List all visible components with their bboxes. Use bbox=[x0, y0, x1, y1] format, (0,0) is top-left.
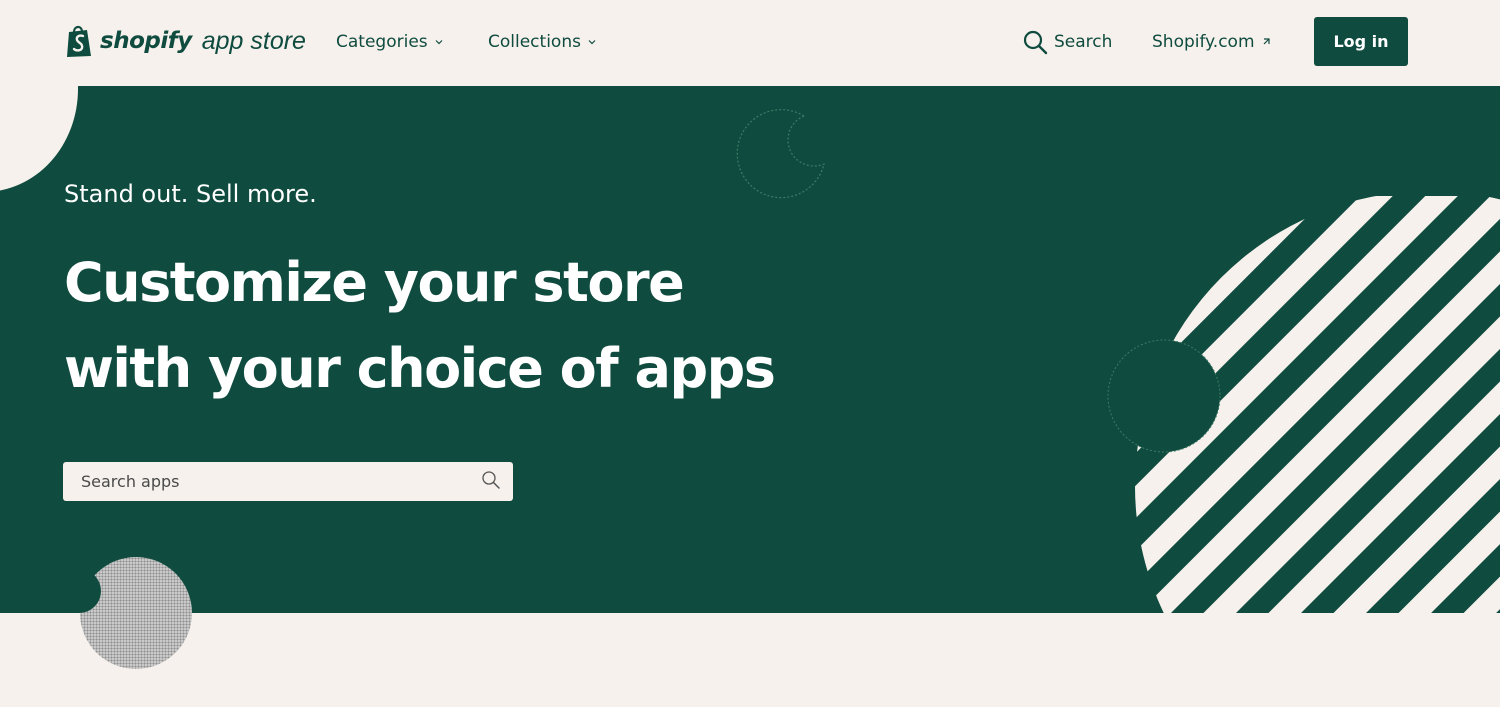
hero-title: Customize your store with your choice of… bbox=[64, 251, 776, 400]
header-search-label: Search bbox=[1054, 32, 1113, 52]
shopify-app-store-logo[interactable]: shopify app store bbox=[64, 22, 306, 60]
content-area bbox=[0, 613, 1500, 707]
hero-kicker: Stand out. Sell more. bbox=[64, 180, 317, 208]
nav-categories-label: Categories bbox=[336, 32, 428, 52]
shopify-com-link[interactable]: Shopify.com bbox=[1152, 28, 1271, 56]
header-search-link[interactable]: Search bbox=[1022, 28, 1112, 56]
chevron-down-icon bbox=[588, 40, 596, 45]
app-search-button[interactable] bbox=[479, 468, 505, 494]
search-icon bbox=[1023, 30, 1048, 55]
search-icon bbox=[482, 471, 500, 489]
logo-brand-text: shopify bbox=[100, 28, 192, 54]
chevron-down-icon bbox=[435, 40, 443, 45]
app-search-box bbox=[63, 462, 513, 501]
nav-collections[interactable]: Collections bbox=[488, 28, 597, 56]
external-link-icon bbox=[1263, 38, 1270, 45]
shopify-bag-icon bbox=[67, 25, 91, 57]
decorative-striped-circle bbox=[1107, 196, 1500, 613]
decorative-dotted-circle bbox=[80, 557, 192, 669]
login-button[interactable]: Log in bbox=[1314, 17, 1408, 66]
shopify-com-label: Shopify.com bbox=[1152, 32, 1255, 52]
hero-banner: Stand out. Sell more. Customize your sto… bbox=[0, 86, 1500, 613]
decorative-small-green-circle bbox=[57, 569, 101, 613]
decorative-bitten-circle bbox=[736, 109, 825, 199]
logo-sub-text: app store bbox=[201, 26, 306, 55]
decorative-corner-circle bbox=[0, 86, 78, 192]
site-header: shopify app store Categories Collections… bbox=[0, 0, 1500, 86]
nav-categories[interactable]: Categories bbox=[336, 28, 444, 56]
nav-collections-label: Collections bbox=[488, 32, 581, 52]
app-search-input[interactable] bbox=[63, 462, 481, 501]
